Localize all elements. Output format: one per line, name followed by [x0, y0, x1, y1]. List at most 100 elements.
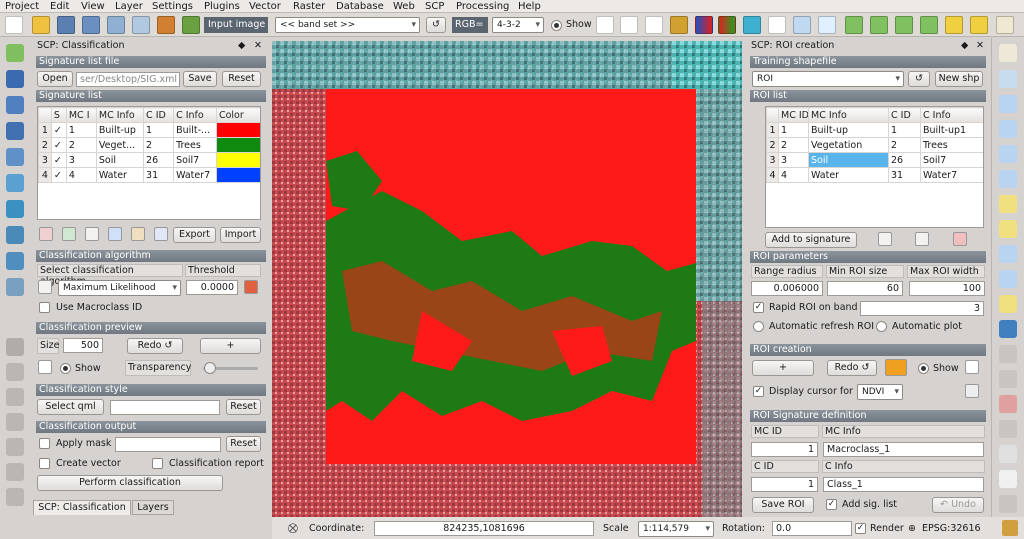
- save-button[interactable]: Save: [183, 71, 217, 87]
- signature-file-path[interactable]: ser/Desktop/SIG.xml: [76, 72, 180, 87]
- import-aster-icon[interactable]: [131, 227, 145, 241]
- edit-pencil-icon[interactable]: [6, 338, 24, 356]
- menu-project[interactable]: Project: [5, 0, 39, 13]
- algorithm-weight-icon[interactable]: [38, 280, 52, 294]
- tab-scp-classification[interactable]: SCP: Classification: [33, 500, 131, 515]
- chart-icon[interactable]: [895, 16, 913, 34]
- delete-icon[interactable]: [6, 488, 24, 506]
- postgis-icon[interactable]: [6, 122, 24, 140]
- band-set-select[interactable]: << band set >>: [275, 17, 420, 33]
- row-checkbox[interactable]: ✓: [50, 167, 67, 183]
- menu-settings[interactable]: Settings: [152, 0, 193, 13]
- globe-icon[interactable]: [6, 252, 24, 270]
- identify-icon[interactable]: [999, 320, 1017, 338]
- table-row[interactable]: 4 ✓ 4 Water 31 Water7: [38, 167, 260, 183]
- reset-button[interactable]: Reset: [222, 71, 261, 87]
- roi-table[interactable]: MC ID MC Info C ID C Info 1 1 Built-up 1…: [765, 106, 984, 228]
- coordinate-toggle-icon[interactable]: ⛒: [288, 522, 298, 535]
- roi-zoom-icon[interactable]: [965, 360, 979, 374]
- band-calc-icon[interactable]: [718, 16, 736, 34]
- spectral-plot-icon[interactable]: [596, 16, 614, 34]
- vector-icon[interactable]: [6, 278, 24, 296]
- export-button[interactable]: Export: [173, 227, 216, 243]
- zoom-in-icon[interactable]: [999, 95, 1017, 113]
- rapid-roi-checkbox[interactable]: ✓: [753, 302, 764, 313]
- table-row[interactable]: 1 1 Built-up 1 Built-up1: [766, 122, 983, 138]
- render-checkbox[interactable]: ✓: [855, 523, 866, 534]
- csv-icon[interactable]: [154, 227, 168, 241]
- menu-raster[interactable]: Raster: [293, 0, 325, 13]
- plot-signature-icon[interactable]: [85, 227, 99, 241]
- row-checkbox[interactable]: ✓: [50, 152, 67, 168]
- style-reset-button[interactable]: Reset: [226, 399, 261, 415]
- zoom-1to1-icon[interactable]: [999, 145, 1017, 163]
- add-sig-list-checkbox[interactable]: ✓: [826, 499, 837, 510]
- signature-plot-icon[interactable]: [645, 16, 663, 34]
- select-icon[interactable]: [999, 370, 1017, 388]
- histogram-icon[interactable]: [845, 16, 863, 34]
- table-row[interactable]: 2 ✓ 2 Veget... 2 Trees: [38, 137, 260, 153]
- import-button[interactable]: Import: [220, 227, 261, 243]
- band-set-icon[interactable]: [182, 16, 200, 34]
- measure-icon[interactable]: [999, 420, 1017, 438]
- menu-scp[interactable]: SCP: [425, 0, 444, 13]
- mask-reset-button[interactable]: Reset: [226, 436, 261, 452]
- add-to-signature-button[interactable]: Add to signature: [765, 232, 857, 248]
- qml-path-input[interactable]: [110, 400, 220, 415]
- zoom-next-icon[interactable]: [999, 270, 1017, 288]
- wms-icon[interactable]: [6, 174, 24, 192]
- roi-pointer-icon[interactable]: [885, 359, 907, 376]
- min-roi-size-input[interactable]: 60: [827, 281, 903, 296]
- stats-icon[interactable]: [870, 16, 888, 34]
- monitor-icon[interactable]: [793, 16, 811, 34]
- paste-icon[interactable]: [6, 463, 24, 481]
- signature-table[interactable]: S MC I MC Info C ID C Info Color 1 ✓ 1 B…: [37, 106, 261, 220]
- roi-add-button[interactable]: +: [752, 360, 814, 376]
- table-row[interactable]: 3 ✓ 3 Soil 26 Soil7: [38, 152, 260, 168]
- zoom-full-icon[interactable]: [999, 170, 1017, 188]
- reload-icon[interactable]: [818, 16, 836, 34]
- preview-add-button[interactable]: +: [200, 338, 261, 354]
- save-roi-button[interactable]: Save ROI: [752, 497, 814, 513]
- menu-vector[interactable]: Vector: [249, 0, 281, 13]
- mask-path-input[interactable]: [115, 437, 221, 452]
- show-roi-radio[interactable]: [918, 363, 929, 374]
- delete-roi-icon[interactable]: [953, 232, 967, 246]
- color-swatch[interactable]: [215, 137, 260, 153]
- move-feature-icon[interactable]: [6, 388, 24, 406]
- col-color[interactable]: Color: [215, 107, 260, 123]
- menu-view[interactable]: View: [81, 0, 105, 13]
- c-id-input[interactable]: 1: [751, 477, 818, 492]
- node-tool-icon[interactable]: [6, 363, 24, 381]
- roi-spectral-plot-icon[interactable]: [878, 232, 892, 246]
- table-row[interactable]: 4 4 Water 31 Water7: [766, 167, 983, 183]
- pan-to-selection-icon[interactable]: [999, 70, 1017, 88]
- style-manager-icon[interactable]: [157, 16, 175, 34]
- menu-database[interactable]: Database: [336, 0, 384, 13]
- open-project-icon[interactable]: [32, 16, 50, 34]
- menu-plugins[interactable]: Plugins: [204, 0, 240, 13]
- add-layer-icon[interactable]: [6, 96, 24, 114]
- raster-icon[interactable]: [6, 70, 24, 88]
- threshold-input[interactable]: 0.0000: [186, 280, 238, 295]
- landsat-icon[interactable]: [743, 16, 761, 34]
- open-button[interactable]: Open: [37, 71, 73, 87]
- max-roi-width-input[interactable]: 100: [909, 281, 985, 296]
- roi-shapefile-select[interactable]: ROI: [752, 71, 904, 87]
- composer-manager-icon[interactable]: [132, 16, 150, 34]
- crs-icon[interactable]: ⊕: [908, 522, 916, 535]
- cursor-index-select[interactable]: NDVI: [857, 384, 903, 400]
- star-icon[interactable]: [945, 16, 963, 34]
- new-shp-button[interactable]: New shp: [935, 71, 983, 87]
- hand-icon[interactable]: [996, 16, 1014, 34]
- mc-id-input[interactable]: 1: [751, 442, 818, 457]
- col-c-info[interactable]: C Info: [173, 107, 217, 123]
- digitize-icon[interactable]: [6, 44, 24, 62]
- rgb-select[interactable]: 4-3-2: [492, 17, 544, 33]
- scatter-plot-icon[interactable]: [620, 16, 638, 34]
- color-swatch[interactable]: [215, 152, 260, 168]
- menu-layer[interactable]: Layer: [115, 0, 143, 13]
- map-tips-icon[interactable]: [999, 495, 1017, 513]
- remove-signature-icon[interactable]: [39, 227, 53, 241]
- print-composer-icon[interactable]: [107, 16, 125, 34]
